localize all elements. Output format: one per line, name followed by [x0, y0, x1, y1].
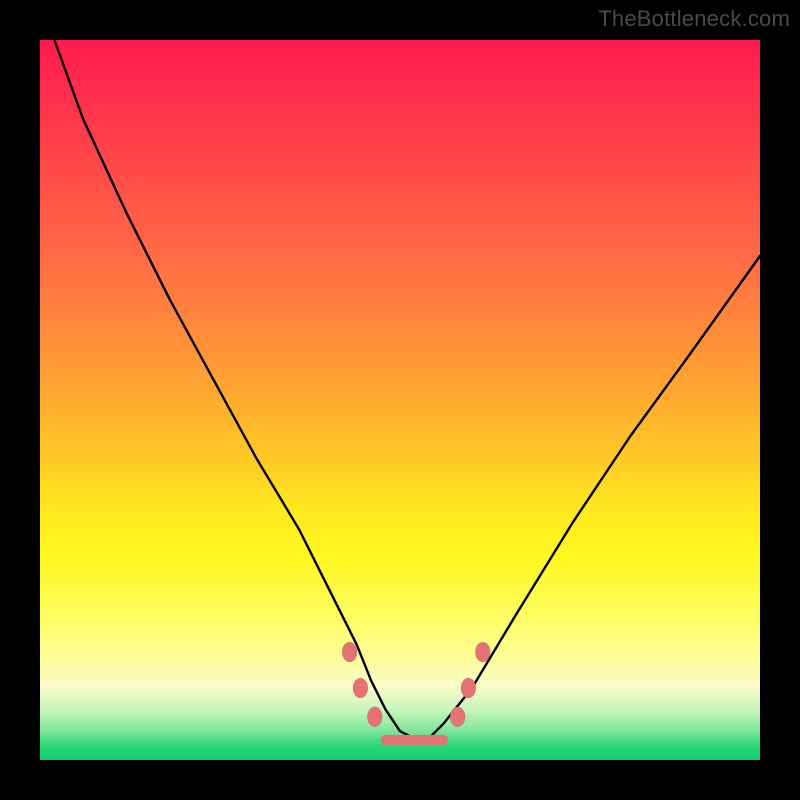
marker-dot-1	[353, 678, 368, 698]
marker-dot-2	[367, 707, 382, 727]
marker-dots	[342, 642, 490, 727]
chart-frame: TheBottleneck.com	[0, 0, 800, 800]
plot-area	[40, 40, 760, 760]
marker-dot-0	[342, 642, 357, 662]
bottleneck-curve	[54, 40, 760, 738]
watermark-text: TheBottleneck.com	[598, 6, 790, 32]
marker-dot-3	[450, 707, 465, 727]
curve-svg	[40, 40, 760, 760]
marker-dot-4	[461, 678, 476, 698]
marker-dot-5	[475, 642, 490, 662]
